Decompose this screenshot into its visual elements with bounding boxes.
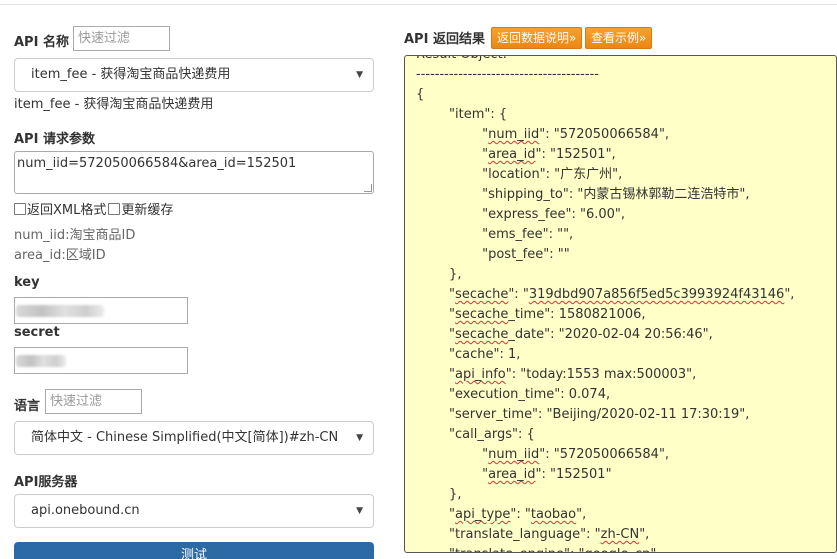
api-filter-input[interactable]: 快速过滤 — [73, 26, 170, 51]
secret-input[interactable] — [14, 347, 188, 374]
language-filter-input[interactable]: 快速过滤 — [45, 389, 142, 414]
server-select[interactable]: api.onebound.cn ▼ — [14, 494, 374, 528]
server-label: API服务器 — [14, 471, 77, 490]
result-line: { — [416, 87, 424, 102]
result-line: "location": "广东广州", — [416, 167, 622, 182]
result-line: "call_args": { — [416, 427, 535, 442]
result-line: "express_fee": "6.00", — [416, 207, 625, 222]
request-params-label: API 请求参数 — [14, 128, 95, 147]
result-line: }, — [416, 267, 461, 282]
result-line: }, — [416, 487, 461, 502]
result-line: "area_id": "152501", — [416, 147, 616, 162]
xml-checkbox-label[interactable]: 返回XML格式 — [27, 203, 106, 218]
result-line: "post_fee": "" — [416, 247, 570, 262]
result-line: "secache_date": "2020-02-04 20:56:46", — [416, 327, 713, 342]
language-select[interactable]: 简体中文 - Chinese Simplified(中文[简体])#zh-CN … — [14, 421, 374, 455]
result-line: "area_id": "152501" — [416, 467, 612, 482]
chevron-down-icon: ▼ — [356, 59, 363, 91]
result-panel[interactable]: Result Object: -------------------------… — [404, 55, 837, 553]
result-line: "api_info": "today:1553 max:500003", — [416, 367, 696, 382]
result-line: "shipping_to": "内蒙古锡林郭勒二连浩特市", — [416, 187, 749, 202]
api-name-select[interactable]: item_fee - 获得淘宝商品快递费用 ▼ — [14, 58, 374, 92]
cache-checkbox-label[interactable]: 更新缓存 — [121, 203, 173, 218]
api-description: item_fee - 获得淘宝商品快递费用 — [14, 93, 213, 112]
server-selected: api.onebound.cn — [31, 503, 140, 518]
result-line: "secache": "319dbd907a856f5ed5c3993924f4… — [416, 287, 794, 302]
view-example-button[interactable]: 查看示例» — [585, 27, 652, 49]
chevron-down-icon: ▼ — [356, 495, 363, 527]
options-row: 返回XML格式 更新缓存 — [14, 199, 173, 218]
chevron-down-icon: ▼ — [356, 422, 363, 454]
result-line: Result Object: — [416, 55, 507, 62]
xml-checkbox[interactable] — [14, 203, 26, 215]
request-params-textarea[interactable]: num_iid=572050066584&area_id=152501 — [14, 151, 374, 194]
param-hint: area_id:区域ID — [14, 244, 106, 263]
result-line: --------------------------------------- — [416, 67, 599, 82]
api-name-label: API 名称 — [14, 31, 69, 50]
key-redacted — [16, 305, 104, 317]
key-input[interactable] — [14, 297, 188, 324]
cache-checkbox[interactable] — [108, 203, 120, 215]
secret-label: secret — [14, 325, 60, 340]
request-params-value: num_iid=572050066584&area_id=152501 — [17, 156, 296, 171]
result-line: "translate_language": "zh-CN", — [416, 527, 649, 542]
result-line: "secache_time": 1580821006, — [416, 307, 646, 322]
result-line: "num_iid": "572050066584", — [416, 447, 669, 462]
top-divider — [0, 4, 837, 5]
secret-redacted — [16, 355, 66, 367]
result-doc-button[interactable]: 返回数据说明» — [491, 27, 582, 49]
test-button[interactable]: 测试 — [14, 542, 374, 559]
result-line: "ems_fee": "", — [416, 227, 573, 242]
param-hint: num_iid:淘宝商品ID — [14, 224, 135, 243]
result-line: "api_type": "taobao", — [416, 507, 586, 522]
api-name-selected: item_fee - 获得淘宝商品快递费用 — [31, 67, 230, 82]
language-label: 语言 — [14, 395, 40, 414]
result-line: "execution_time": 0.074, — [416, 387, 610, 402]
result-line: "cache": 1, — [416, 347, 520, 362]
result-line: "server_time": "Beijing/2020-02-11 17:30… — [416, 407, 749, 422]
resize-handle-icon[interactable] — [364, 184, 372, 192]
key-label: key — [14, 275, 40, 290]
result-label: API 返回结果 — [404, 28, 485, 47]
result-json: Result Object: -------------------------… — [416, 55, 794, 553]
language-selected: 简体中文 - Chinese Simplified(中文[简体])#zh-CN — [31, 430, 338, 445]
result-line: "num_iid": "572050066584", — [416, 127, 669, 142]
result-line: "item": { — [416, 107, 507, 122]
result-line: "translate_engine": "google_cn", — [416, 547, 661, 553]
